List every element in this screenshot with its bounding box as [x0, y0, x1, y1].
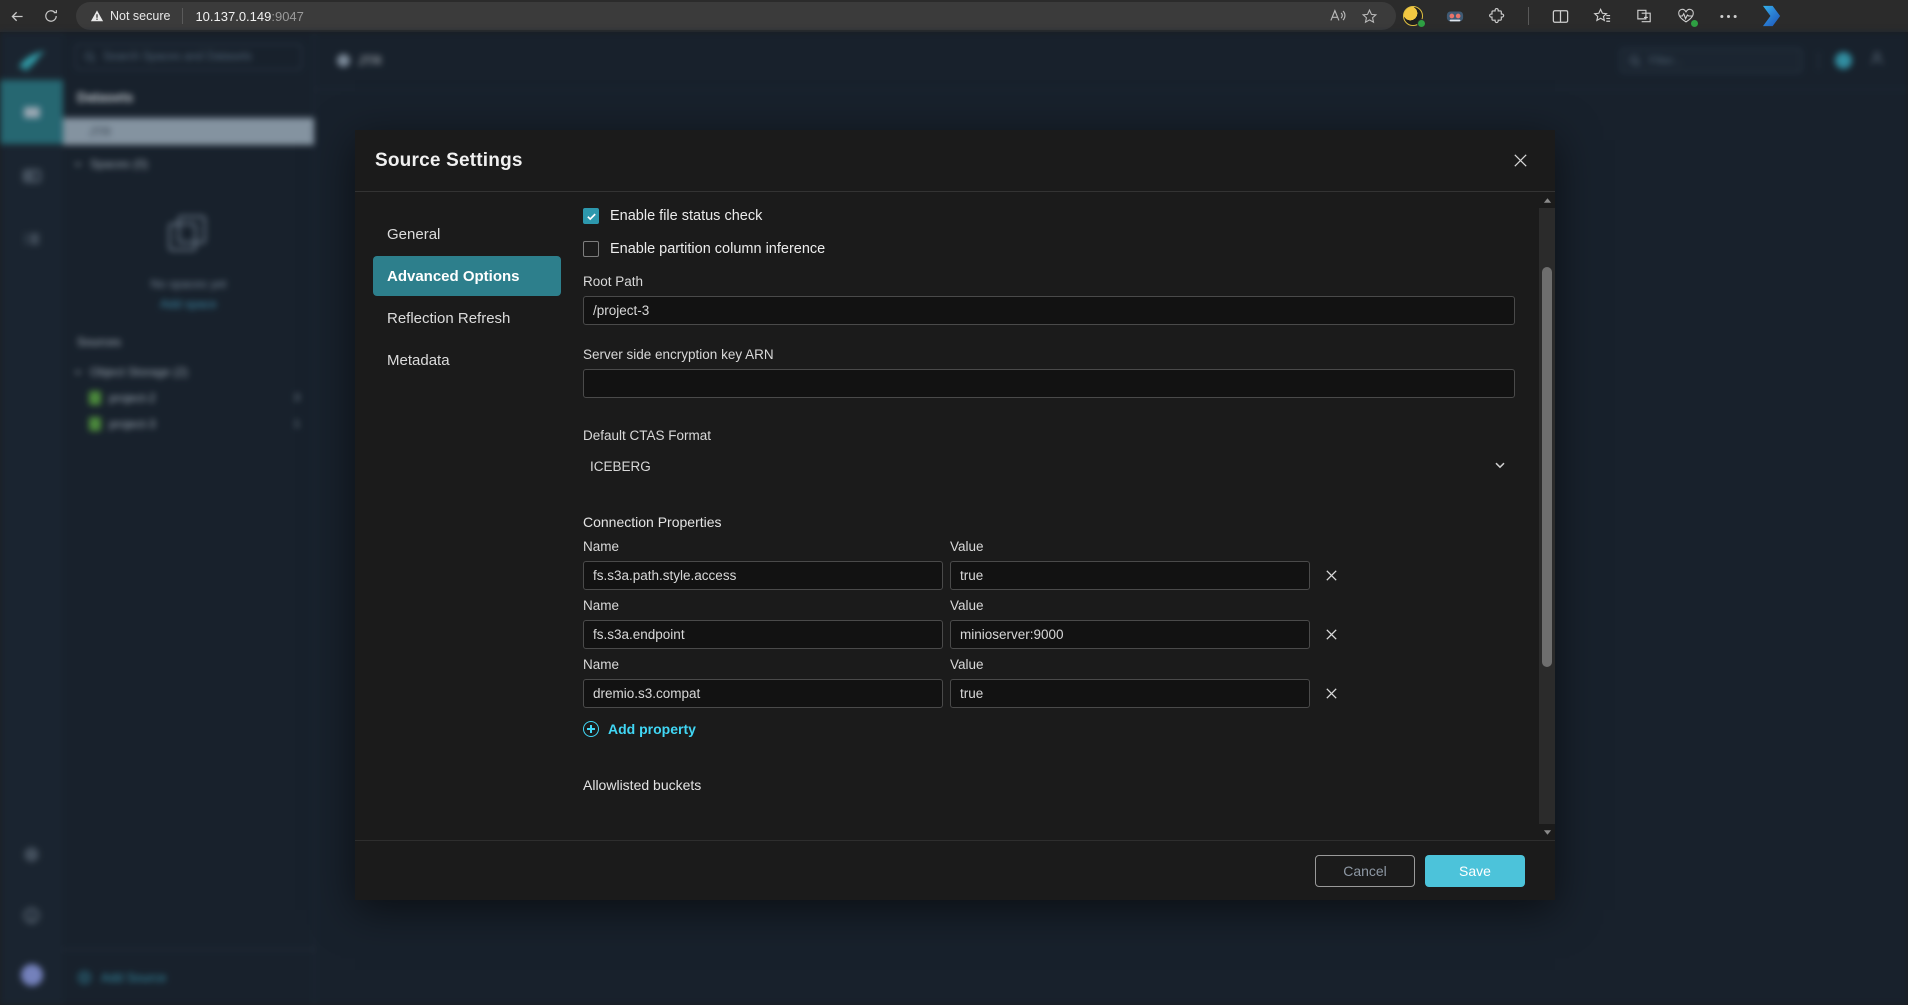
dialog-footer: Cancel Save — [355, 840, 1555, 900]
profile-badge-icon[interactable] — [1402, 5, 1426, 28]
connection-property-row: Name Value dremio.s3.compat true — [583, 657, 1515, 708]
enable-partition-column-inference-label: Enable partition column inference — [610, 241, 826, 257]
property-value-input[interactable]: true — [950, 561, 1310, 590]
toolbar-divider — [1528, 7, 1529, 25]
advanced-options-panel: Enable file status check Enable partitio… — [573, 192, 1555, 840]
star-icon[interactable] — [1361, 8, 1378, 25]
property-name-input[interactable]: dremio.s3.compat — [583, 679, 943, 708]
add-property-label: Add property — [608, 721, 696, 737]
sse-key-arn-input[interactable] — [583, 369, 1515, 398]
connection-property-row: Name Value fs.s3a.endpoint minioserver:9… — [583, 598, 1515, 649]
property-value-label: Value — [950, 657, 984, 672]
copilot-icon[interactable] — [1759, 5, 1781, 27]
root-path-input[interactable]: /project-3 — [583, 296, 1515, 325]
plus-circle-icon — [583, 721, 599, 737]
check-icon — [586, 213, 596, 220]
tab-metadata[interactable]: Metadata — [373, 340, 561, 380]
browser-toolbar: Not secure 10.137.0.149 :9047 — [0, 0, 1908, 32]
property-name-input[interactable]: fs.s3a.path.style.access — [583, 561, 943, 590]
tab-reflection-refresh[interactable]: Reflection Refresh — [373, 298, 561, 338]
extension-avatar-icon[interactable] — [1444, 5, 1466, 27]
property-name-label: Name — [583, 539, 620, 554]
url-host: 10.137.0.149 — [195, 8, 272, 24]
dialog-tab-list: General Advanced Options Reflection Refr… — [355, 192, 573, 840]
connection-properties-title: Connection Properties — [583, 514, 722, 530]
property-value-label: Value — [950, 598, 984, 613]
tab-label: Advanced Options — [387, 267, 520, 285]
tab-advanced-options[interactable]: Advanced Options — [373, 256, 561, 296]
property-value-input[interactable]: minioserver:9000 — [950, 620, 1310, 649]
root-path-label: Root Path — [583, 274, 644, 289]
tab-label: Reflection Refresh — [387, 309, 511, 327]
enable-partition-column-inference-row[interactable]: Enable partition column inference — [583, 241, 1515, 257]
not-secure-warning-icon — [90, 9, 104, 23]
default-ctas-format-label: Default CTAS Format — [583, 428, 712, 443]
cancel-button[interactable]: Cancel — [1315, 854, 1415, 887]
remove-property-button[interactable] — [1310, 561, 1352, 590]
scroll-down-arrow-icon[interactable] — [1539, 824, 1555, 840]
split-screen-icon[interactable] — [1549, 5, 1571, 27]
read-aloud-icon[interactable] — [1329, 8, 1347, 24]
performance-heart-icon[interactable] — [1675, 5, 1699, 28]
security-label: Not secure — [110, 9, 171, 23]
default-ctas-format-value: ICEBERG — [590, 459, 651, 474]
vertical-scrollbar[interactable] — [1539, 192, 1555, 840]
tab-label: General — [387, 225, 441, 243]
back-arrow-icon[interactable] — [0, 0, 34, 32]
property-value-label: Value — [950, 539, 984, 554]
dialog-title: Source Settings — [375, 149, 523, 171]
collections-star-icon[interactable] — [1591, 5, 1613, 27]
allowlisted-buckets-label: Allowlisted buckets — [583, 777, 702, 793]
address-divider — [182, 8, 184, 24]
enable-partition-column-inference-checkbox[interactable] — [583, 241, 599, 257]
remove-property-button[interactable] — [1310, 620, 1352, 649]
browser-essentials-icon[interactable] — [1633, 5, 1655, 27]
property-name-input[interactable]: fs.s3a.endpoint — [583, 620, 943, 649]
property-value-input[interactable]: true — [950, 679, 1310, 708]
source-settings-dialog: Source Settings General Advanced Options… — [355, 130, 1555, 900]
default-ctas-format-select[interactable]: ICEBERG — [583, 450, 1515, 484]
scroll-up-arrow-icon[interactable] — [1539, 192, 1555, 208]
enable-file-status-check-row[interactable]: Enable file status check — [583, 208, 1515, 224]
enable-file-status-check-checkbox[interactable] — [583, 208, 599, 224]
remove-property-button[interactable] — [1310, 679, 1352, 708]
property-name-label: Name — [583, 598, 620, 613]
more-settings-icon[interactable] — [1717, 5, 1739, 27]
sse-key-arn-label: Server side encryption key ARN — [583, 347, 774, 362]
close-icon[interactable] — [1507, 148, 1533, 174]
address-bar[interactable]: Not secure 10.137.0.149 :9047 — [76, 2, 1396, 30]
dialog-header: Source Settings — [355, 130, 1555, 192]
url-port: :9047 — [271, 8, 304, 24]
extensions-puzzle-icon[interactable] — [1486, 5, 1508, 27]
dialog-body: General Advanced Options Reflection Refr… — [355, 192, 1555, 840]
enable-file-status-check-label: Enable file status check — [610, 208, 763, 224]
tab-label: Metadata — [387, 351, 450, 369]
add-property-button[interactable]: Add property — [583, 721, 1515, 737]
save-button[interactable]: Save — [1425, 854, 1525, 887]
property-name-label: Name — [583, 657, 620, 672]
reload-icon[interactable] — [34, 0, 68, 32]
browser-extension-toolbar — [1402, 0, 1781, 32]
chevron-down-icon — [1493, 458, 1507, 475]
tab-general[interactable]: General — [373, 214, 561, 254]
scrollbar-thumb[interactable] — [1542, 267, 1552, 667]
connection-property-row: Name Value fs.s3a.path.style.access true — [583, 539, 1515, 590]
